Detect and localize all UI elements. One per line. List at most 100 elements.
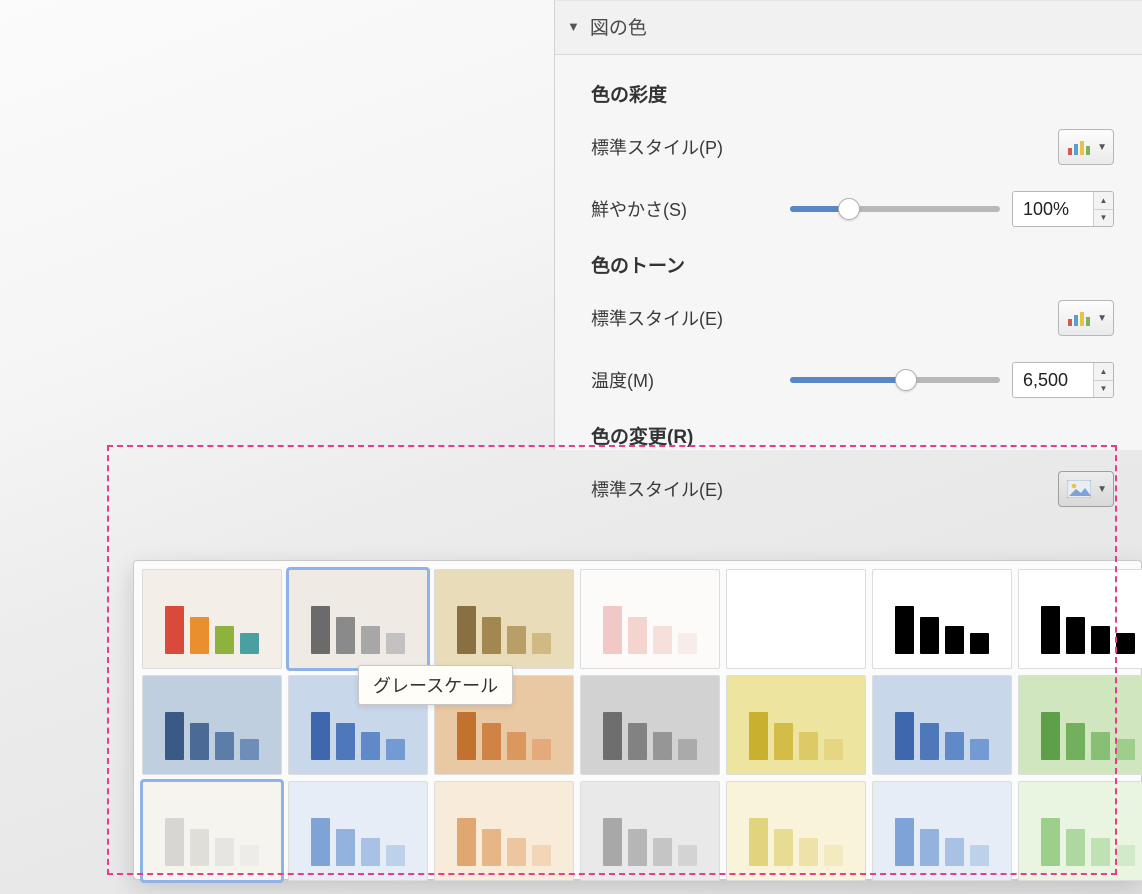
recolor-preset-label: 標準スタイル(E) (591, 476, 771, 502)
swatch-bar (457, 712, 476, 760)
swatch-bar (532, 633, 551, 654)
saturation-preset-button[interactable]: ▼ (1058, 129, 1114, 165)
vividness-label: 鮮やかさ(S) (591, 196, 771, 222)
swatch-bar (799, 626, 818, 654)
swatch-bar (165, 606, 184, 654)
recolor-swatch[interactable] (580, 781, 720, 881)
section-body: 色の彩度 標準スタイル(P) ▼ 鮮やかさ(S) (555, 55, 1142, 541)
slider-thumb[interactable] (838, 198, 860, 220)
swatch-bar (165, 712, 184, 760)
recolor-swatch[interactable] (580, 569, 720, 669)
swatch-bar (653, 626, 672, 654)
swatch-bar (774, 723, 793, 760)
swatch-bar (1116, 739, 1135, 760)
swatch-bar (920, 617, 939, 654)
stepper-up-icon[interactable]: ▲ (1094, 363, 1113, 381)
recolor-swatch[interactable] (288, 781, 428, 881)
swatch-bar (1041, 712, 1060, 760)
stepper-down-icon[interactable]: ▼ (1094, 381, 1113, 398)
recolor-preset-button[interactable]: ▼ (1058, 471, 1114, 507)
swatch-bar (336, 723, 355, 760)
recolor-swatch[interactable] (1018, 781, 1142, 881)
temperature-slider[interactable] (790, 377, 1000, 383)
vividness-row: 鮮やかさ(S) ▲ ▼ (591, 189, 1114, 229)
swatch-bar (361, 626, 380, 654)
tone-preset-label: 標準スタイル(E) (591, 305, 771, 331)
swatch-bar (507, 626, 526, 654)
tooltip: グレースケール (358, 665, 513, 705)
caret-down-icon: ▼ (1097, 313, 1107, 324)
swatch-bar (945, 838, 964, 866)
swatch-bar (507, 732, 526, 760)
swatch-bar (457, 818, 476, 866)
recolor-swatch[interactable] (434, 569, 574, 669)
swatch-bar (482, 723, 501, 760)
swatch-bar (824, 633, 843, 654)
swatch-bar (653, 732, 672, 760)
recolor-swatch[interactable] (434, 781, 574, 881)
recolor-swatch[interactable] (872, 781, 1012, 881)
temperature-spinner[interactable]: ▲ ▼ (1012, 362, 1114, 398)
chevron-down-icon: ▼ (567, 19, 580, 34)
swatch-bar (678, 633, 697, 654)
swatch-bar (361, 838, 380, 866)
swatch-bar (1116, 633, 1135, 654)
swatch-bar (215, 732, 234, 760)
swatch-bar (311, 712, 330, 760)
swatch-bar (215, 838, 234, 866)
swatch-bar (532, 845, 551, 866)
swatch-bar (482, 617, 501, 654)
swatch-bar (190, 829, 209, 866)
recolor-preset-row: 標準スタイル(E) ▼ (591, 469, 1114, 509)
swatch-bar (1091, 626, 1110, 654)
slider-thumb[interactable] (895, 369, 917, 391)
saturation-heading: 色の彩度 (591, 80, 1114, 107)
recolor-swatch[interactable] (142, 569, 282, 669)
stepper-down-icon[interactable]: ▼ (1094, 210, 1113, 227)
recolor-swatch[interactable] (872, 569, 1012, 669)
temperature-value[interactable] (1013, 363, 1093, 397)
swatch-bar (799, 732, 818, 760)
saturation-preset-row: 標準スタイル(P) ▼ (591, 127, 1114, 167)
temperature-label: 温度(M) (591, 367, 771, 393)
recolor-swatch[interactable] (1018, 675, 1142, 775)
swatch-bar (190, 617, 209, 654)
stepper-up-icon[interactable]: ▲ (1094, 192, 1113, 210)
recolor-swatch[interactable] (726, 781, 866, 881)
swatch-bar (336, 829, 355, 866)
vividness-spinner[interactable]: ▲ ▼ (1012, 191, 1114, 227)
recolor-swatch[interactable] (580, 675, 720, 775)
swatch-bar (603, 818, 622, 866)
swatch-bar (386, 633, 405, 654)
swatch-bar (1041, 606, 1060, 654)
swatch-bar (361, 732, 380, 760)
recolor-swatch[interactable] (872, 675, 1012, 775)
swatch-bar (628, 723, 647, 760)
swatch-bar (336, 617, 355, 654)
swatch-bar (895, 818, 914, 866)
recolor-swatch[interactable] (726, 569, 866, 669)
tone-preset-button[interactable]: ▼ (1058, 300, 1114, 336)
color-preset-icon (1067, 309, 1091, 327)
swatch-bar (1066, 723, 1085, 760)
recolor-swatch[interactable] (142, 675, 282, 775)
tone-preset-row: 標準スタイル(E) ▼ (591, 298, 1114, 338)
swatch-bar (386, 739, 405, 760)
recolor-gallery (133, 560, 1142, 880)
recolor-swatch[interactable] (288, 569, 428, 669)
vividness-value[interactable] (1013, 192, 1093, 226)
section-header[interactable]: ▼ 図の色 (555, 0, 1142, 55)
vividness-slider[interactable] (790, 206, 1000, 212)
swatch-bar (1066, 829, 1085, 866)
recolor-swatch[interactable] (1018, 569, 1142, 669)
recolor-heading: 色の変更(R) (591, 422, 1114, 449)
recolor-swatch[interactable] (726, 675, 866, 775)
swatch-bar (678, 845, 697, 866)
swatch-bar (532, 739, 551, 760)
swatch-bar (749, 606, 768, 654)
swatch-bar (749, 818, 768, 866)
swatch-bar (799, 838, 818, 866)
recolor-swatch[interactable] (142, 781, 282, 881)
swatch-bar (482, 829, 501, 866)
swatch-bar (824, 739, 843, 760)
